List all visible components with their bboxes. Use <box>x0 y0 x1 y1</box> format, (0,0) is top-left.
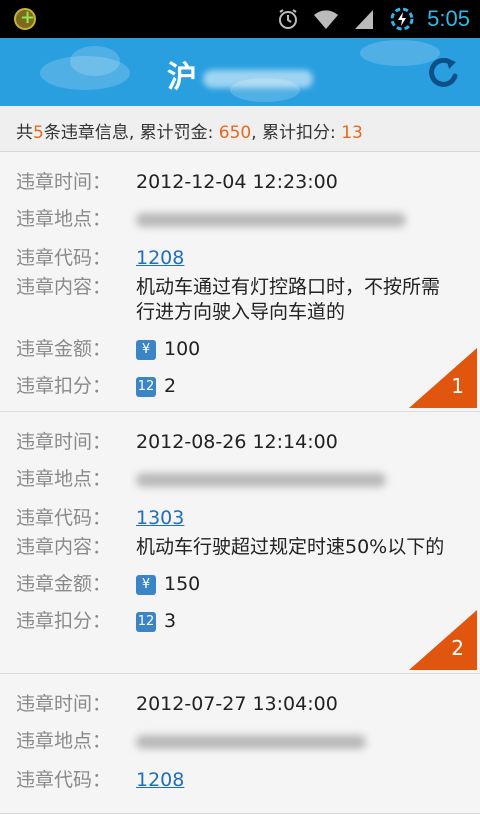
label-points: 违章扣分： <box>16 610 112 632</box>
violation-card[interactable]: 违章时间： 2012-07-27 13:04:00 违章地点： 违章代码： 1208 <box>0 674 480 814</box>
violation-fine: 150 <box>164 573 201 595</box>
label-code: 违章代码： <box>16 769 112 791</box>
points-icon: 12 <box>136 376 156 397</box>
location-redacted <box>136 473 386 487</box>
label-code: 违章代码： <box>16 247 112 269</box>
violation-card[interactable]: 违章时间： 2012-08-26 12:14:00 违章地点： 违章代码： 1303… <box>0 412 480 674</box>
summary-points-label: , 累计扣分: <box>251 123 342 143</box>
violation-time: 2012-08-26 12:14:00 <box>136 431 338 453</box>
signal-icon <box>351 7 377 31</box>
violation-time: 2012-12-04 12:23:00 <box>136 171 338 193</box>
violation-index: 2 <box>451 636 464 660</box>
points-total: 13 <box>341 123 363 143</box>
fine-total: 650 <box>218 123 252 143</box>
battery-charging-icon <box>389 7 415 31</box>
points-icon: 12 <box>136 611 156 632</box>
yuan-icon: ¥ <box>136 574 156 595</box>
plate-number-redacted <box>203 69 313 88</box>
label-fine: 违章金额： <box>16 338 112 360</box>
app-notification-icon <box>14 7 36 30</box>
wifi-icon <box>313 7 339 31</box>
violation-code-link[interactable]: 1208 <box>136 769 184 791</box>
location-redacted <box>136 735 366 749</box>
violation-content: 机动车通过有灯控路口时，不按所需行进方向驶入导向车道的 <box>136 276 441 323</box>
violation-code-link[interactable]: 1303 <box>136 507 184 529</box>
label-time: 违章时间： <box>16 693 112 715</box>
violation-code-link[interactable]: 1208 <box>136 247 184 269</box>
label-points: 违章扣分： <box>16 375 112 397</box>
refresh-button[interactable] <box>424 52 464 92</box>
label-location: 违章地点： <box>16 468 112 490</box>
app-header: 沪 <box>0 38 480 106</box>
label-time: 违章时间： <box>16 431 112 453</box>
status-icons: 5:05 <box>275 0 470 38</box>
alarm-clock-icon <box>275 7 301 31</box>
refresh-icon <box>429 57 458 87</box>
status-time: 5:05 <box>427 6 470 31</box>
location-redacted <box>136 213 406 227</box>
violation-time: 2012-07-27 13:04:00 <box>136 693 338 715</box>
index-corner-badge: 2 <box>409 610 477 670</box>
summary-fine-label: 条违章信息, 累计罚金: <box>43 123 219 143</box>
label-location: 违章地点： <box>16 208 112 230</box>
label-time: 违章时间： <box>16 171 112 193</box>
violation-fine: 100 <box>164 338 201 360</box>
index-corner-badge: 1 <box>409 348 477 408</box>
label-code: 违章代码： <box>16 507 112 529</box>
summary-bar: 共5条违章信息, 累计罚金: 650, 累计扣分: 13 <box>0 106 480 152</box>
summary-prefix: 共 <box>16 123 33 143</box>
violation-index: 1 <box>451 374 464 398</box>
label-location: 违章地点： <box>16 730 112 752</box>
label-fine: 违章金额： <box>16 573 112 595</box>
violation-card[interactable]: 违章时间： 2012-12-04 12:23:00 违章地点： 违章代码： 1208… <box>0 152 480 412</box>
label-content: 违章内容： <box>16 536 112 558</box>
yuan-icon: ¥ <box>136 339 156 360</box>
violation-list: 违章时间： 2012-12-04 12:23:00 违章地点： 违章代码： 1208… <box>0 152 480 814</box>
plate-province: 沪 <box>167 60 197 95</box>
violation-points: 2 <box>164 375 177 397</box>
violation-count: 5 <box>33 123 44 143</box>
violation-points: 3 <box>164 610 177 632</box>
status-bar: 5:05 <box>0 0 480 38</box>
violation-content: 机动车行驶超过规定时速50%以下的 <box>136 536 445 558</box>
label-content: 违章内容： <box>16 276 112 298</box>
page-title: 沪 <box>0 52 480 96</box>
